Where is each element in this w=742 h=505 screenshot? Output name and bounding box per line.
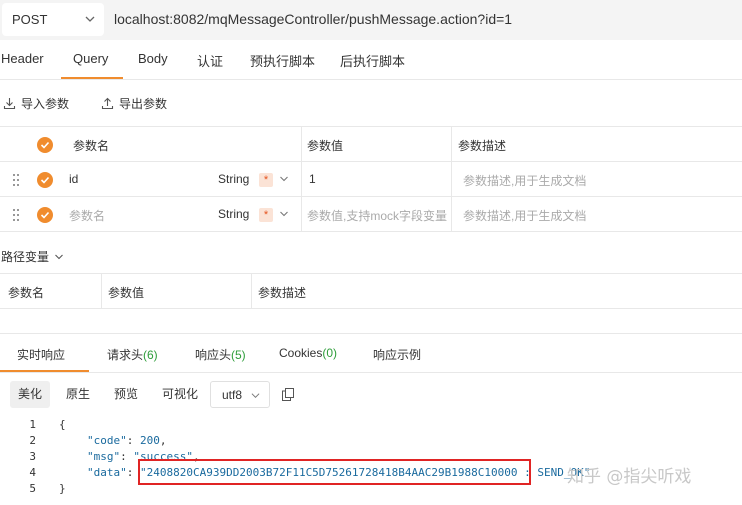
path-vars-table: 参数名 参数值 参数描述 — [0, 273, 742, 309]
code-line: "code": 200, — [87, 434, 167, 447]
encoding-label: utf8 — [222, 388, 243, 402]
export-params-button[interactable]: 导出参数 — [101, 95, 167, 112]
chevron-down-icon — [280, 211, 288, 217]
tab-cookies[interactable]: Cookies(0) — [279, 346, 337, 360]
line-number: 5 — [29, 482, 36, 495]
method-label: POST — [12, 12, 48, 27]
chevron-down-icon — [251, 393, 260, 399]
url-input[interactable]: localhost:8082/mqMessageController/pushM… — [114, 11, 512, 27]
column-header-name: 参数名 — [73, 139, 110, 153]
import-params-button[interactable]: 导入参数 — [3, 95, 69, 112]
chevron-down-icon — [55, 254, 63, 259]
drag-handle-icon[interactable] — [11, 208, 21, 222]
tab-header[interactable]: Header — [1, 51, 44, 66]
tab-post-script[interactable]: 后执行脚本 — [340, 51, 405, 70]
tab-request-headers[interactable]: 请求头(6) — [107, 346, 158, 363]
chevron-down-icon — [280, 176, 288, 182]
request-tabs: Header Query Body 认证 预执行脚本 后执行脚本 — [0, 40, 742, 80]
import-params-label: 导入参数 — [21, 97, 70, 111]
line-number: 3 — [29, 450, 36, 463]
tab-query[interactable]: Query — [73, 51, 108, 66]
export-params-label: 导出参数 — [119, 97, 168, 111]
code-line: } — [59, 482, 66, 495]
line-number: 1 — [29, 418, 36, 431]
tab-response-example[interactable]: 响应示例 — [373, 346, 421, 363]
view-pretty-button[interactable]: 美化 — [10, 381, 51, 408]
active-tab-indicator — [61, 77, 123, 79]
line-number: 2 — [29, 434, 36, 447]
response-view-bar: 美化 原生 预览 可视化 utf8 — [0, 373, 742, 415]
view-preview-button[interactable]: 预览 — [106, 381, 146, 408]
check-icon — [40, 211, 50, 219]
query-params-table: 参数名 参数值 参数描述 id String * 1 参数描述,用于生成文档 参… — [0, 126, 742, 232]
params-actions: 导入参数 导出参数 — [0, 88, 742, 116]
download-icon — [3, 98, 16, 110]
column-header-value: 参数值 — [108, 286, 145, 300]
column-header-value: 参数值 — [307, 139, 344, 153]
path-vars-toggle[interactable]: 路径变量 — [1, 248, 64, 265]
param-value-input[interactable]: 1 — [309, 172, 316, 186]
column-header-desc: 参数描述 — [258, 286, 307, 300]
response-tabs: 实时响应 请求头(6) 响应头(5) Cookies(0) 响应示例 — [0, 333, 742, 373]
code-line: { — [59, 418, 66, 431]
chevron-down-icon — [85, 16, 95, 22]
table-row: 参数名 String * 参数值,支持mock字段变量 参数描述,用于生成文档 — [0, 197, 742, 232]
path-vars-label: 路径变量 — [1, 250, 50, 264]
drag-handle-icon[interactable] — [11, 173, 21, 187]
tab-body[interactable]: Body — [138, 51, 168, 66]
encoding-select[interactable]: utf8 — [210, 381, 270, 408]
param-type-select[interactable]: String — [218, 207, 249, 221]
table-header-row: 参数名 参数值 参数描述 — [0, 127, 742, 162]
url-bar: POST localhost:8082/mqMessageController/… — [0, 0, 742, 40]
check-icon — [40, 176, 50, 184]
param-name-input[interactable]: id — [69, 172, 78, 186]
view-raw-button[interactable]: 原生 — [58, 381, 98, 408]
upload-icon — [101, 97, 114, 110]
column-header-name: 参数名 — [8, 286, 45, 300]
tab-response-headers[interactable]: 响应头(5) — [195, 346, 246, 363]
check-icon — [40, 141, 50, 149]
tab-pre-script[interactable]: 预执行脚本 — [250, 51, 315, 70]
tab-realtime-response[interactable]: 实时响应 — [17, 346, 65, 363]
row-checkbox[interactable] — [37, 207, 53, 223]
row-checkbox[interactable] — [37, 172, 53, 188]
watermark: 知乎 @指尖听戏 — [567, 467, 692, 487]
param-desc-input[interactable]: 参数描述,用于生成文档 — [463, 172, 586, 189]
param-name-input[interactable]: 参数名 — [69, 207, 105, 224]
active-response-tab-indicator — [0, 370, 89, 372]
tab-auth[interactable]: 认证 — [197, 51, 223, 70]
column-header-desc: 参数描述 — [458, 139, 507, 153]
highlight-box — [138, 459, 531, 485]
copy-icon[interactable] — [282, 388, 294, 401]
table-row: id String * 1 参数描述,用于生成文档 — [0, 162, 742, 197]
required-toggle[interactable]: * — [259, 208, 273, 222]
param-desc-input[interactable]: 参数描述,用于生成文档 — [463, 207, 586, 224]
view-visualize-button[interactable]: 可视化 — [154, 381, 206, 408]
param-value-input[interactable]: 参数值,支持mock字段变量 — [307, 207, 447, 224]
line-number: 4 — [29, 466, 36, 479]
method-select[interactable]: POST — [2, 3, 104, 36]
required-toggle[interactable]: * — [259, 173, 273, 187]
param-type-select[interactable]: String — [218, 172, 249, 186]
select-all-checkbox[interactable] — [37, 137, 53, 153]
